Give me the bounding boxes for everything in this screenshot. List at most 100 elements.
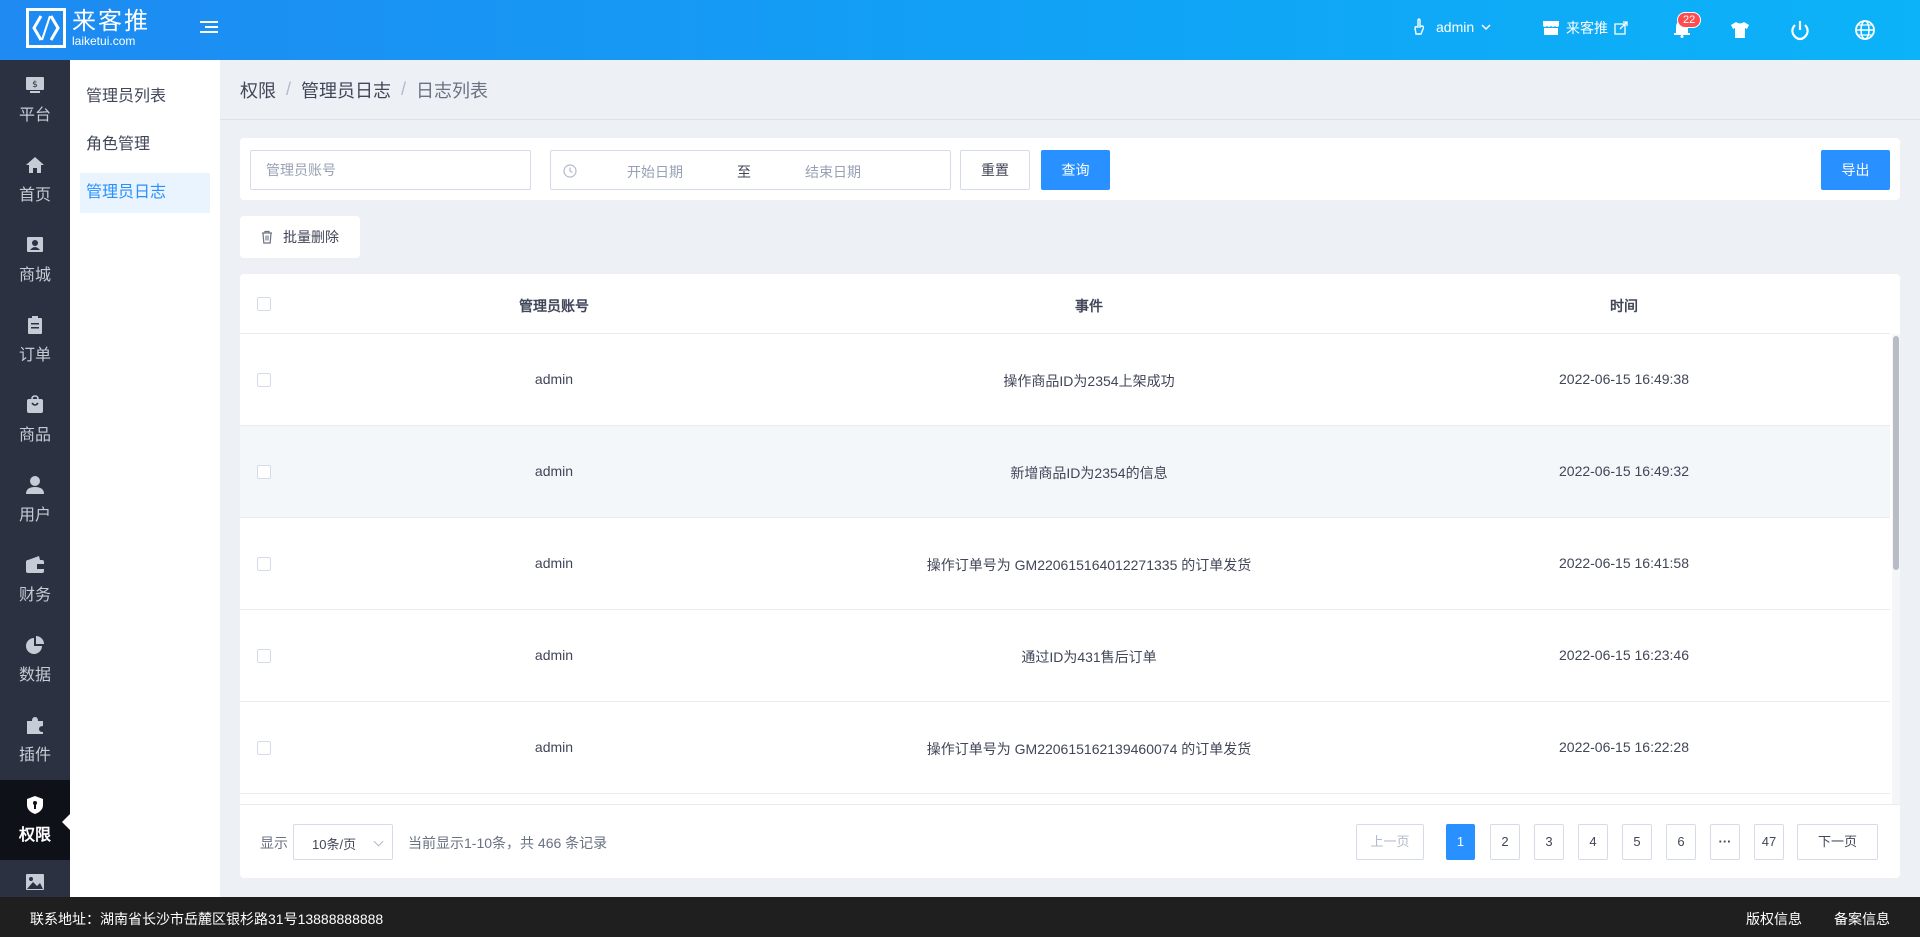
sidebar-item-mall[interactable]: 商城 <box>0 220 70 300</box>
trash-icon <box>262 230 272 244</box>
prev-page-button[interactable]: 上一页 <box>1356 824 1424 860</box>
row-checkbox[interactable] <box>257 557 271 571</box>
order-icon <box>28 316 42 334</box>
globe-icon[interactable] <box>1854 19 1876 41</box>
sidebar-item-platform[interactable]: $ 平台 <box>0 60 70 140</box>
row-checkbox[interactable] <box>257 465 271 479</box>
row-event: 操作订单号为 GM220615164012271335 的订单发货 <box>926 557 1252 573</box>
pie-chart-icon <box>26 636 44 654</box>
chevron-down-icon <box>373 836 384 847</box>
page-button-5[interactable]: 5 <box>1622 824 1652 860</box>
sidebar-item-image[interactable] <box>0 860 70 897</box>
sidebar-item-plugin[interactable]: 插件 <box>0 700 70 780</box>
page-button-6[interactable]: 6 <box>1666 824 1696 860</box>
chevron-down-icon <box>1481 24 1491 31</box>
row-account: admin <box>534 371 574 387</box>
footer: 联系地址：湖南省长沙市岳麓区银杉路31号13888888888 版权信息 备案信… <box>0 897 1920 937</box>
page-button-1[interactable]: 1 <box>1446 824 1475 860</box>
row-account: admin <box>534 463 574 479</box>
submenu-item-admin-list[interactable]: 管理员列表 <box>80 77 210 117</box>
reset-button[interactable]: 重置 <box>960 150 1030 190</box>
header-event: 事件 <box>1075 298 1103 314</box>
shop-link[interactable]: 来客推 <box>1542 18 1628 38</box>
table-row: admin 通过ID为431售后订单 2022-06-15 16:23:46 <box>240 610 1890 702</box>
scrollbar-thumb[interactable] <box>1893 336 1899 570</box>
table-row: admin 操作订单号为 GM220615164012271335 的订单发货 … <box>240 518 1890 610</box>
breadcrumb-item-admin-log[interactable]: 管理员日志 <box>301 77 391 103</box>
clock-icon <box>563 164 577 178</box>
row-time: 2022-06-15 16:49:38 <box>1559 371 1689 387</box>
filing-info-link[interactable]: 备案信息 <box>1834 909 1890 929</box>
breadcrumb: 权限 / 管理员日志 / 日志列表 <box>220 60 1920 120</box>
breadcrumb-item-permission[interactable]: 权限 <box>240 77 276 103</box>
notification-badge: 22 <box>1677 12 1702 28</box>
power-icon[interactable] <box>1789 19 1811 41</box>
row-time: 2022-06-15 16:22:28 <box>1559 739 1689 755</box>
select-all-checkbox[interactable] <box>257 297 271 311</box>
page-button-3[interactable]: 3 <box>1534 824 1564 860</box>
table-body: admin 操作商品ID为2354上架成功 2022-06-15 16:49:3… <box>240 334 1890 804</box>
row-checkbox[interactable] <box>257 649 271 663</box>
sidebar-item-order[interactable]: 订单 <box>0 300 70 380</box>
sidebar-item-goods[interactable]: 商品 <box>0 380 70 460</box>
hand-icon <box>1414 18 1425 35</box>
next-page-button[interactable]: 下一页 <box>1797 824 1878 860</box>
page-button-2[interactable]: 2 <box>1490 824 1520 860</box>
table-row: admin 新增商品ID为2354的信息 2022-06-15 16:49:32 <box>240 426 1890 518</box>
row-time: 2022-06-15 16:41:58 <box>1559 555 1689 571</box>
record-info: 当前显示1-10条，共 466 条记录 <box>408 835 608 851</box>
page-button-47[interactable]: 47 <box>1754 824 1784 860</box>
top-header: 来客推 laiketui.com admin 来客推 22 <box>0 0 1920 60</box>
end-date-input[interactable]: 结束日期 <box>805 162 861 182</box>
sub-menu: 管理员列表 角色管理 管理员日志 <box>70 60 220 897</box>
sidebar-item-finance[interactable]: 财务 <box>0 540 70 620</box>
table-scrollbar[interactable] <box>1892 334 1900 804</box>
row-account: admin <box>534 555 574 571</box>
image-icon <box>26 874 44 890</box>
date-range-picker[interactable]: 开始日期 至 结束日期 <box>550 150 951 190</box>
footer-address: 联系地址：湖南省长沙市岳麓区银杉路31号13888888888 <box>30 911 384 927</box>
pagination-bar: 显示 10条/页 当前显示1-10条，共 466 条记录 上一页 1 2 3 4… <box>240 804 1900 878</box>
user-icon <box>26 476 44 494</box>
page-button-4[interactable]: 4 <box>1578 824 1608 860</box>
admin-account-input[interactable]: 管理员账号 <box>250 150 531 190</box>
row-event: 新增商品ID为2354的信息 <box>1010 465 1168 481</box>
table-row: admin 操作订单号为 GM220615162139460074 的订单发货 … <box>240 702 1890 794</box>
filter-panel: 管理员账号 开始日期 至 结束日期 重置 查询 导出 <box>240 138 1900 200</box>
log-table: 管理员账号 事件 时间 admin 操作商品ID为2354上架成功 2022-0… <box>240 274 1900 878</box>
sidebar-item-user[interactable]: 用户 <box>0 460 70 540</box>
header-time: 时间 <box>1610 298 1638 314</box>
start-date-input[interactable]: 开始日期 <box>627 162 683 182</box>
user-menu[interactable]: admin <box>1412 18 1492 36</box>
sidebar-item-permission[interactable]: 权限 <box>0 780 70 860</box>
breadcrumb-item-log-list: 日志列表 <box>416 80 489 101</box>
logo-mark-icon <box>26 8 66 48</box>
batch-delete-label: 批量删除 <box>283 229 339 245</box>
sidebar-item-home[interactable]: 首页 <box>0 140 70 220</box>
sidebar-item-data[interactable]: 数据 <box>0 620 70 700</box>
menu-toggle-icon[interactable] <box>200 18 218 36</box>
svg-text:$: $ <box>32 80 38 90</box>
row-checkbox[interactable] <box>257 741 271 755</box>
submenu-item-admin-log[interactable]: 管理员日志 <box>80 173 210 213</box>
copyright-link[interactable]: 版权信息 <box>1746 909 1802 929</box>
submenu-item-role-management[interactable]: 角色管理 <box>80 125 210 165</box>
show-label: 显示 <box>260 835 288 851</box>
page-size-select[interactable]: 10条/页 <box>293 824 393 860</box>
page-ellipsis[interactable]: ··· <box>1710 824 1740 860</box>
export-button[interactable]: 导出 <box>1821 150 1890 190</box>
shield-icon <box>27 796 43 814</box>
username: admin <box>1436 19 1475 35</box>
row-checkbox[interactable] <box>257 373 271 387</box>
query-button[interactable]: 查询 <box>1041 150 1110 190</box>
logo[interactable]: 来客推 laiketui.com <box>26 8 150 48</box>
store-icon <box>1543 21 1559 35</box>
external-link-icon <box>1614 21 1628 35</box>
logo-subtitle: laiketui.com <box>72 33 136 48</box>
batch-delete-button[interactable]: 批量删除 <box>240 216 360 258</box>
goods-icon <box>27 395 43 413</box>
wallet-icon <box>26 556 44 573</box>
shirt-icon[interactable] <box>1729 19 1751 41</box>
row-event: 操作商品ID为2354上架成功 <box>1003 373 1175 389</box>
platform-icon: $ <box>26 77 44 93</box>
